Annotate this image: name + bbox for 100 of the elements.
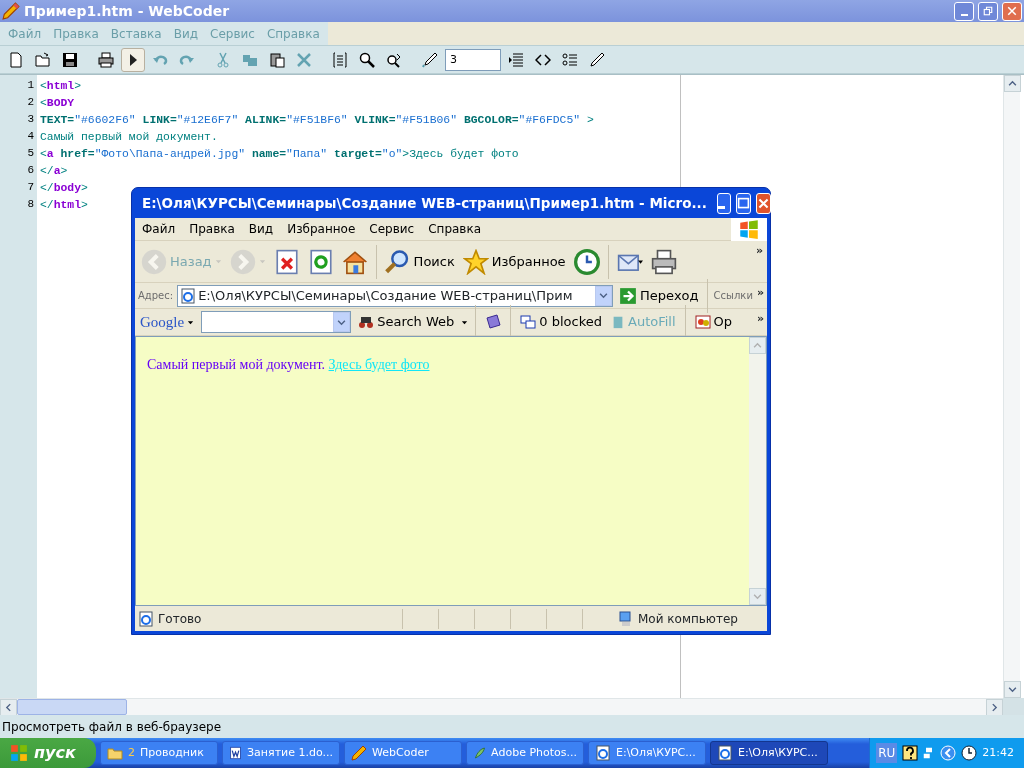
pencil-icon <box>2 2 20 20</box>
menu-item[interactable]: Файл <box>135 218 183 240</box>
line-number: 4 <box>26 129 35 144</box>
taskbar-button[interactable]: E:\Оля\КУРС... <box>588 741 706 765</box>
caret-icon <box>187 318 195 326</box>
folder-icon <box>35 51 51 68</box>
taskbar-button[interactable]: E:\Оля\КУРС... <box>710 741 828 765</box>
caret-icon <box>214 258 222 265</box>
code-line: TEXT="#6602F6" LINK="#12E6F7" ALINK="#F51BF6" VLINK="#F51B06" BGCOLOR="#F6FDC5" > <box>40 113 594 128</box>
caret-icon <box>461 318 469 326</box>
restore-button[interactable] <box>978 1 998 21</box>
feather-icon <box>473 745 487 761</box>
options-icon <box>694 314 711 330</box>
taskbar-button[interactable]: Adobe Photos... <box>466 741 584 765</box>
code-line: </body> <box>40 181 88 196</box>
status-text: Готово <box>158 610 203 628</box>
refresh-icon <box>307 248 334 275</box>
scroll-down-button[interactable] <box>1004 681 1021 698</box>
caret-icon <box>258 258 266 265</box>
code-line: <BODY <box>40 96 75 111</box>
printer-icon <box>650 248 677 275</box>
window-title: E:\Оля\КУРСЫ\Семинары\Создание WEB-страниц\Пример1.htm - Micro... <box>142 193 707 213</box>
angle-brackets-icon <box>535 51 551 68</box>
windows-logo-icon <box>10 744 28 762</box>
clock: 21:42 <box>982 744 1014 761</box>
globe-page-icon <box>180 287 197 304</box>
document-icon <box>229 745 243 761</box>
magnifier-arrows-icon <box>386 51 402 68</box>
code-line: <a href="Фото\Папа-андрей.jpg" name="Папа" target="o">Здесь будет фото <box>40 147 519 162</box>
binoculars-icon <box>358 314 375 330</box>
close-button[interactable] <box>1002 1 1022 21</box>
globe-page-icon <box>717 745 733 761</box>
minimize-button[interactable] <box>716 192 731 214</box>
windows-stack-icon <box>520 314 537 330</box>
caret-icon <box>598 291 608 300</box>
windows-flag-icon <box>739 219 759 239</box>
status-text: Просмотреть файл в веб-браузере <box>2 720 222 734</box>
globe-page-icon <box>595 745 611 761</box>
google-menu-button[interactable]: Google <box>138 308 197 336</box>
favorites-button[interactable]: Избранное <box>460 246 568 277</box>
line-number: 3 <box>26 112 35 127</box>
eyedropper-icon <box>422 51 438 68</box>
more-chevron[interactable]: » <box>756 283 764 302</box>
lines-icon <box>508 51 524 68</box>
menu-item[interactable]: Справка <box>421 218 489 240</box>
bullet-list-icon <box>562 51 578 68</box>
scroll-up-button[interactable] <box>1004 75 1021 92</box>
go-button[interactable]: Переход <box>616 283 701 308</box>
search-button[interactable]: Поиск <box>382 246 457 277</box>
pen-icon <box>589 51 605 68</box>
scissors-icon <box>215 51 231 68</box>
menu-item[interactable]: Правка <box>182 218 242 240</box>
cross-icon <box>296 51 312 68</box>
close-button[interactable] <box>755 192 771 214</box>
links-button[interactable]: Ссылки <box>713 288 753 303</box>
line-number: 7 <box>26 180 35 195</box>
computer-icon <box>618 610 634 627</box>
window-title: Пример1.htm - WebCoder <box>24 1 230 21</box>
help-icon <box>902 745 919 761</box>
dropdown-button[interactable] <box>594 285 612 306</box>
printer-icon <box>98 51 114 68</box>
close-icon <box>1006 5 1018 17</box>
options-button[interactable]: Op <box>692 310 735 334</box>
search-icon <box>384 248 411 275</box>
line-number: 8 <box>26 197 35 212</box>
search-field[interactable] <box>201 311 352 333</box>
line-number: 1 <box>26 78 35 93</box>
clock-badge-icon <box>961 745 978 761</box>
globe-page-icon <box>138 610 154 627</box>
code-line: <html> <box>40 79 82 94</box>
close-icon <box>756 196 770 210</box>
number-field[interactable]: 3 <box>445 48 501 71</box>
document-icon <box>8 51 24 68</box>
taskbar-button[interactable]: 2 Проводник <box>100 741 218 765</box>
menu-item[interactable]: Вид <box>241 218 281 240</box>
bracketed-lines-icon <box>332 51 348 68</box>
more-chevron[interactable]: » <box>756 309 764 328</box>
menu-item[interactable]: Сервис <box>362 218 422 240</box>
caret-icon <box>337 317 347 327</box>
search-web-button[interactable]: Search Web <box>356 310 457 334</box>
scroll-thumb[interactable] <box>17 699 127 715</box>
taskbar-button[interactable]: Занятие 1.do... <box>222 741 340 765</box>
search-icon <box>359 51 375 68</box>
more-chevron[interactable]: » <box>755 241 763 260</box>
popup-blocker-button[interactable]: 0 blocked <box>518 310 604 334</box>
line-number: 2 <box>26 95 35 110</box>
line-number: 6 <box>26 163 35 178</box>
code-line: Самый первый мой документ. <box>40 130 218 145</box>
zone-text: Мой компьютер <box>638 610 738 628</box>
play-button[interactable] <box>121 47 145 72</box>
star-icon <box>462 248 489 275</box>
line-number: 5 <box>26 146 35 161</box>
menu-item[interactable]: Избранное <box>280 218 363 240</box>
left-chevron-icon <box>940 745 957 761</box>
address-field[interactable]: E:\Оля\КУРСЫ\Семинары\Создание WEB-страниц\Прим <box>177 284 613 307</box>
maximize-button[interactable] <box>735 192 751 214</box>
minimize-button[interactable] <box>954 1 974 21</box>
taskbar-button[interactable]: WebCoder <box>344 741 462 765</box>
restore-icon <box>982 5 994 17</box>
maximize-icon <box>736 196 750 210</box>
